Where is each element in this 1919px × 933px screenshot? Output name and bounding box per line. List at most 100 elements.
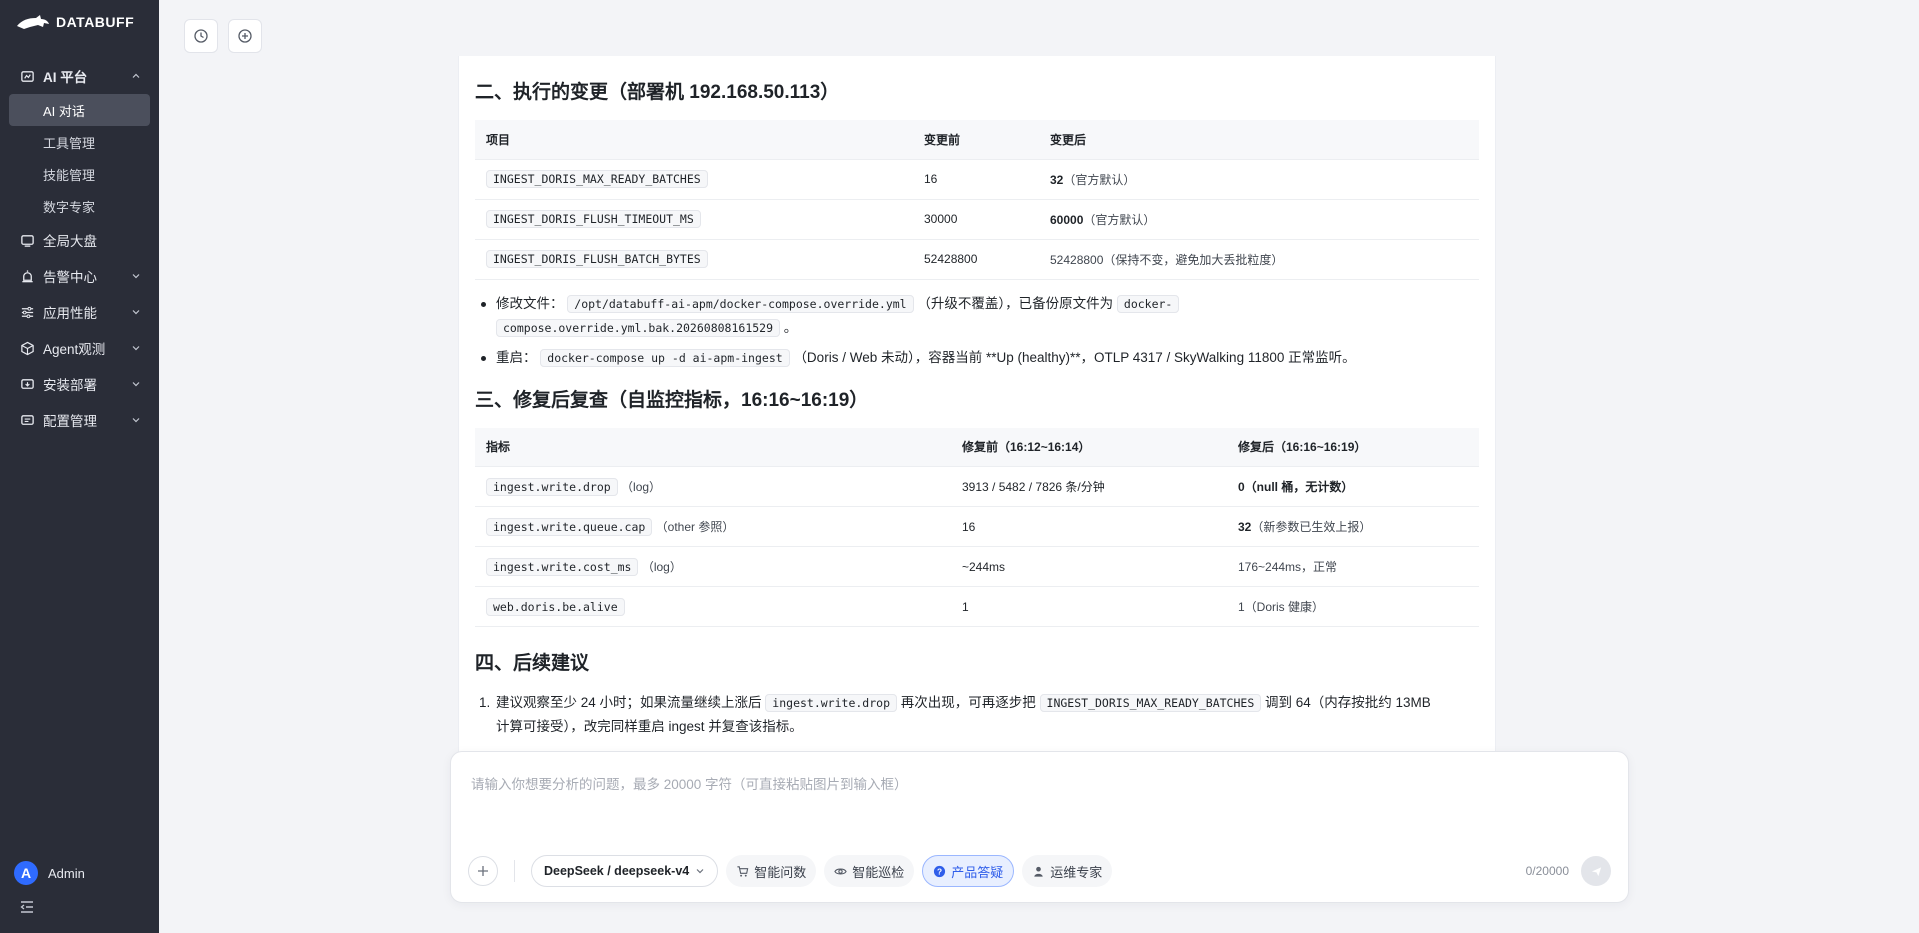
collapse-sidebar-icon[interactable] <box>18 898 36 916</box>
nav-group-performance[interactable]: 应用性能 <box>0 294 159 330</box>
plus-circle-icon <box>238 29 252 43</box>
table-cell: 0（null 桶，无计数） <box>1227 466 1479 507</box>
list-item: 1. 建议观察至少 24 小时；如果流量继续上涨后 ingest.write.d… <box>475 691 1479 739</box>
list-text: 计算可接受），改完同样重启 ingest 并复查该指标。 <box>496 719 803 734</box>
model-select[interactable]: DeepSeek / deepseek-v4 <box>531 855 719 887</box>
table-cell: ~244ms <box>951 546 1227 587</box>
ai-platform-icon <box>20 69 35 84</box>
sidebar-item-digital-experts[interactable]: 数字专家 <box>0 190 159 222</box>
nav-group-label: 告警中心 <box>43 270 97 285</box>
nav-group-alarm[interactable]: 告警中心 <box>0 258 159 294</box>
chat-message-panel: 二、执行的变更（部署机 192.168.50.113） 项目 变更前 变更后 I… <box>458 56 1496 752</box>
nav-group-ai-platform[interactable]: AI 平台 <box>0 58 159 94</box>
value-bold: 32 <box>1050 172 1064 187</box>
agent-icon <box>20 341 35 356</box>
metric-code: ingest.write.queue.cap <box>486 518 653 536</box>
metric-code: ingest.write.cost_ms <box>486 558 639 576</box>
alarm-icon <box>20 269 35 284</box>
mode-chip-smart-inspection[interactable]: 智能巡检 <box>824 855 915 887</box>
value-note: 1（Doris 健康） <box>1238 600 1325 614</box>
send-icon <box>1591 866 1601 876</box>
chevron-down-icon <box>696 869 704 874</box>
svg-text:?: ? <box>937 866 942 876</box>
metric-code: ingest.write.drop <box>765 694 897 712</box>
chevron-down-icon <box>131 415 141 425</box>
metric-code: web.doris.be.alive <box>486 597 625 616</box>
nav-group-deploy[interactable]: 安装部署 <box>0 366 159 402</box>
sidebar: DATABUFF AI 平台 AI 对话 工具管理 技能管理 数字专家 全局大盘… <box>0 0 159 933</box>
table-cell: INGEST_DORIS_FLUSH_BATCH_BYTES <box>475 239 913 280</box>
bullet-text: （升级不覆盖），已备份原文件为 <box>917 295 1114 311</box>
table-row: INGEST_DORIS_FLUSH_BATCH_BYTES 52428800 … <box>475 239 1479 280</box>
chevron-down-icon <box>131 271 141 281</box>
config-key-code: INGEST_DORIS_FLUSH_BATCH_BYTES <box>486 250 708 268</box>
value-note: 52428800（保持不变，避免加大丢批粒度） <box>1050 252 1284 267</box>
table-row: INGEST_DORIS_MAX_READY_BATCHES 16 32（官方默… <box>475 159 1479 200</box>
bullet-text: 修改文件： <box>496 295 564 311</box>
sidebar-item-ai-chat[interactable]: AI 对话 <box>9 94 150 126</box>
sidebar-item-tools[interactable]: 工具管理 <box>0 126 159 158</box>
list-item: 重启： docker-compose up -d ai-apm-ingest （… <box>475 346 1479 370</box>
dashboard-icon <box>20 233 35 248</box>
mode-chip-label: 产品答疑 <box>951 864 1004 880</box>
mode-chip-ops-expert[interactable]: 运维专家 <box>1022 855 1113 887</box>
table-cell: 1 <box>951 586 1227 627</box>
table-cell: ingest.write.drop （log） <box>475 466 951 507</box>
table-cell: 16 <box>951 506 1227 547</box>
section-title-changes: 二、执行的变更（部署机 192.168.50.113） <box>475 82 840 103</box>
section-title-suggestions: 四、后续建议 <box>475 653 590 674</box>
chevron-down-icon <box>131 379 141 389</box>
mode-chip-label: 智能问数 <box>754 864 807 880</box>
mode-chip-product-qa[interactable]: ? 产品答疑 <box>922 855 1015 887</box>
table-header-cell: 变更前 <box>913 120 1039 160</box>
table-cell: 16 <box>913 159 1039 200</box>
suggestion-list: 1. 建议观察至少 24 小时；如果流量继续上涨后 ingest.write.d… <box>475 691 1479 739</box>
nav-group-config[interactable]: 配置管理 <box>0 402 159 438</box>
cart-icon <box>737 865 749 877</box>
toolbar-divider <box>514 860 515 882</box>
brand-logo[interactable]: DATABUFF <box>16 14 134 30</box>
nav-group-label: Agent观测 <box>43 342 106 357</box>
question-icon: ? <box>934 865 946 877</box>
table-header-row: 项目 变更前 变更后 <box>475 120 1479 160</box>
user-profile[interactable]: A Admin <box>14 861 85 885</box>
metric-code: ingest.write.drop <box>486 478 618 496</box>
user-name: Admin <box>48 865 85 881</box>
model-select-value: DeepSeek / deepseek-v4 <box>544 864 690 878</box>
config-key-code: INGEST_DORIS_MAX_READY_BATCHES <box>1039 694 1262 712</box>
backup-path-code-part1: docker- <box>1116 294 1180 313</box>
table-row: ingest.write.cost_ms （log） ~244ms 176~24… <box>475 546 1479 587</box>
chevron-up-icon <box>131 71 141 81</box>
attach-button[interactable] <box>468 856 498 886</box>
metric-note: （log） <box>641 560 682 574</box>
brand-name: DATABUFF <box>56 14 135 30</box>
table-row: web.doris.be.alive 1 1（Doris 健康） <box>475 586 1479 627</box>
bullet-text: （Doris / Web 未动），容器当前 **Up (healthy)**，O… <box>793 349 1356 365</box>
table-header-cell: 项目 <box>475 120 913 160</box>
table-cell: 32（官方默认） <box>1039 159 1479 200</box>
chat-input[interactable]: 请输入你想要分析的问题，最多 20000 字符（可直接粘贴图片到输入框） <box>471 773 908 793</box>
recheck-table: 指标 修复前（16:12~16:14） 修复后（16:16~16:19） ing… <box>475 427 1479 627</box>
value-note: 176~244ms，正常 <box>1238 560 1338 574</box>
plus-icon <box>478 866 488 876</box>
table-cell: 32（新参数已生效上报） <box>1227 506 1479 547</box>
sidebar-item-skills[interactable]: 技能管理 <box>0 158 159 190</box>
chevron-down-icon <box>131 307 141 317</box>
list-number: 1. <box>479 695 491 710</box>
list-text: 再次出现，可再逐步把 <box>900 695 1036 710</box>
char-counter: 0/20000 <box>1525 864 1569 878</box>
value-note: （官方默认） <box>1083 212 1156 227</box>
table-row: ingest.write.drop （log） 3913 / 5482 / 78… <box>475 466 1479 507</box>
mode-chip-smart-query[interactable]: 智能问数 <box>726 855 817 887</box>
table-cell: 52428800 <box>913 239 1039 280</box>
table-cell: ingest.write.queue.cap （other 参照） <box>475 506 951 547</box>
nav-group-label: 配置管理 <box>43 414 97 429</box>
nav-group-agent[interactable]: Agent观测 <box>0 330 159 366</box>
list-item: 修改文件： /opt/databuff-ai-apm/docker-compos… <box>475 292 1479 340</box>
nav-group-dashboard[interactable]: 全局大盘 <box>0 222 159 258</box>
table-cell: 1（Doris 健康） <box>1227 586 1479 627</box>
history-button[interactable] <box>184 19 218 53</box>
send-button[interactable] <box>1581 856 1611 886</box>
new-chat-button[interactable] <box>228 19 262 53</box>
backup-path-code-part2: compose.override.yml.bak.20260808161529 <box>496 318 781 337</box>
